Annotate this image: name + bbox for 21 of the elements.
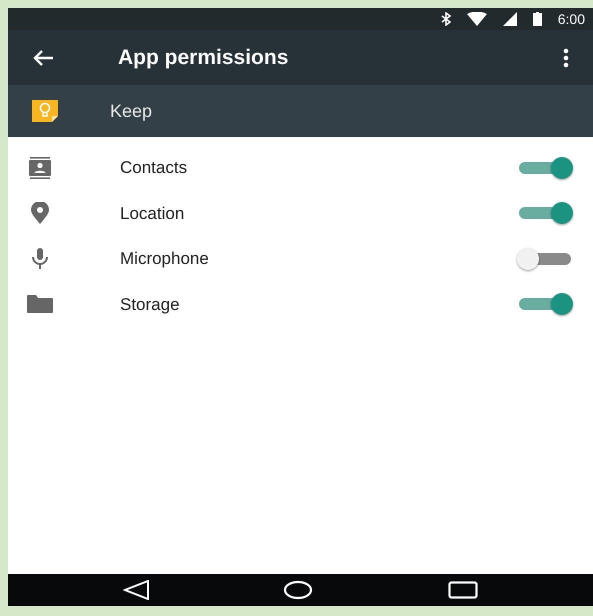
permission-label: Contacts: [119, 157, 188, 179]
permission-label: Microphone: [119, 248, 209, 270]
more-options-button[interactable]: [563, 48, 569, 68]
signal-icon: [502, 12, 517, 26]
app-icon: [32, 100, 58, 122]
app-name: Keep: [109, 100, 152, 123]
contacts-icon: [28, 156, 52, 179]
permission-label: Storage: [119, 294, 180, 316]
battery-icon: [532, 12, 542, 26]
screen-title: App permissions: [118, 44, 288, 71]
clock-time: 6:00: [558, 10, 585, 28]
home-button[interactable]: [283, 580, 314, 600]
back-button[interactable]: [32, 48, 54, 66]
permission-label: Location: [119, 202, 184, 224]
location-pin-icon: [31, 202, 49, 224]
wifi-icon: [466, 12, 487, 26]
recents-button[interactable]: [448, 581, 478, 599]
microphone-icon: [31, 248, 49, 270]
back-nav-button[interactable]: [123, 580, 150, 600]
bluetooth-icon: [440, 12, 451, 26]
folder-icon: [27, 295, 53, 314]
